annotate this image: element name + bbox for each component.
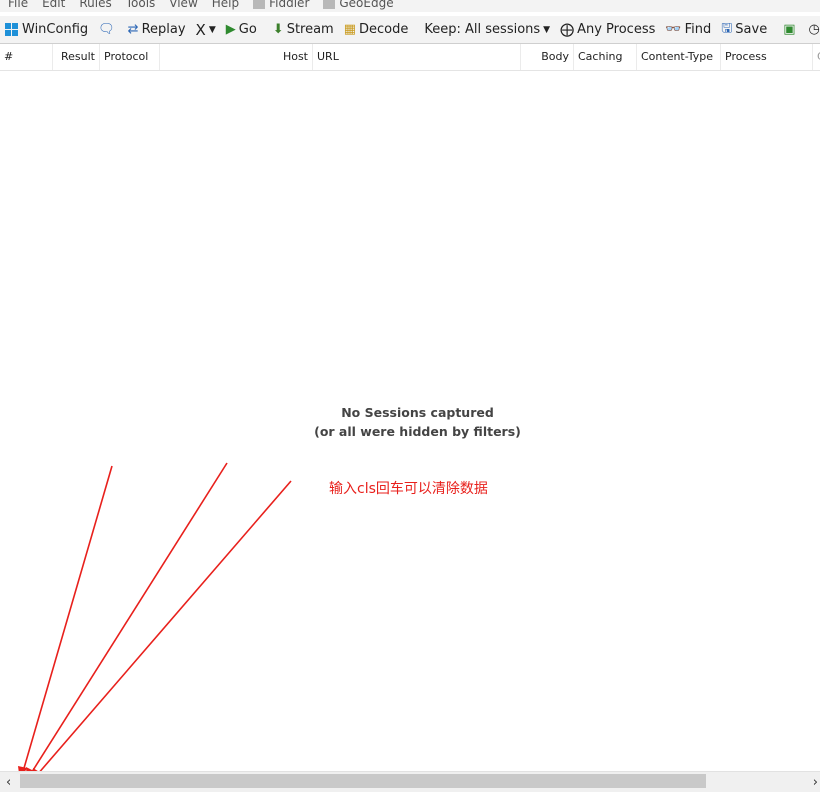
comment-icon: 🗨 [98, 22, 115, 37]
save-icon: 🖫 [721, 19, 732, 41]
find-button[interactable]: 👓 Find [660, 18, 716, 42]
menu-bar: File Edit Rules Tools View Help Fiddler … [0, 0, 820, 12]
column-host[interactable]: Host [160, 44, 313, 70]
column-content-type[interactable]: Content-Type [637, 44, 721, 70]
comment-button[interactable]: 🗨 [93, 18, 123, 42]
timer-button[interactable]: ◷ [804, 18, 820, 42]
any-process-button[interactable]: ⨁ Any Process [555, 18, 660, 42]
toolbar: WinConfig 🗨 ⇄ Replay X ▼ ▶ Go ⬇ Stream ▦… [0, 16, 820, 44]
crosshair-icon: ⨁ [560, 22, 574, 38]
column-comments[interactable]: C [813, 44, 820, 70]
remove-icon: X [196, 21, 206, 39]
keep-sessions-label: Keep: All sessions [424, 22, 540, 37]
menu-tools[interactable]: Tools [126, 0, 156, 10]
windows-icon [5, 23, 18, 36]
go-button[interactable]: ▶ Go [221, 18, 262, 42]
column-number[interactable]: # [0, 44, 53, 70]
winconfig-button[interactable]: WinConfig [0, 18, 93, 42]
column-body[interactable]: Body [521, 44, 574, 70]
decode-button[interactable]: ▦ Decode [339, 18, 414, 42]
replay-button[interactable]: ⇄ Replay [123, 18, 191, 42]
menu-edit[interactable]: Edit [42, 0, 65, 10]
column-url[interactable]: URL [313, 44, 521, 70]
find-label: Find [685, 22, 712, 37]
menu-rules[interactable]: Rules [79, 0, 111, 10]
empty-state-message: No Sessions captured (or all were hidden… [250, 403, 585, 441]
column-process[interactable]: Process [721, 44, 813, 70]
column-result[interactable]: Result [53, 44, 100, 70]
geoedge-icon [323, 0, 335, 9]
stream-icon: ⬇ [273, 22, 284, 37]
menu-fiddler[interactable]: Fiddler [253, 0, 309, 10]
menu-help[interactable]: Help [212, 0, 239, 10]
menu-view[interactable]: View [169, 0, 197, 10]
keep-sessions-dropdown[interactable]: Keep: All sessions ▼ [419, 18, 555, 42]
menu-file[interactable]: File [8, 0, 28, 10]
stream-label: Stream [287, 22, 334, 37]
any-process-label: Any Process [577, 22, 655, 37]
scroll-right-arrow[interactable]: › [813, 775, 818, 790]
clock-icon: ◷ [809, 22, 820, 37]
remove-button[interactable]: X ▼ [191, 18, 221, 42]
stream-button[interactable]: ⬇ Stream [268, 18, 339, 42]
decode-label: Decode [359, 22, 408, 37]
column-caching[interactable]: Caching [574, 44, 637, 70]
save-label: Save [735, 22, 767, 37]
empty-state-line-2: (or all were hidden by filters) [250, 422, 585, 441]
menu-geoedge[interactable]: GeoEdge [323, 0, 393, 10]
annotation-note: 输入cls回车可以清除数据 [329, 478, 488, 498]
replay-label: Replay [142, 22, 186, 37]
chevron-down-icon: ▼ [209, 25, 216, 35]
camera-icon: ▣ [783, 22, 795, 37]
binoculars-icon: 👓 [665, 22, 681, 37]
empty-state-line-1: No Sessions captured [250, 403, 585, 422]
save-button[interactable]: 🖫 Save [716, 18, 772, 42]
decode-icon: ▦ [344, 22, 356, 37]
play-icon: ▶ [226, 22, 236, 37]
scrollbar-thumb[interactable] [20, 774, 706, 788]
session-list-header: # Result Protocol Host URL Body Caching … [0, 44, 820, 71]
screenshot-button[interactable]: ▣ [778, 18, 803, 42]
replay-icon: ⇄ [128, 22, 139, 37]
chevron-down-icon: ▼ [543, 25, 550, 35]
column-protocol[interactable]: Protocol [100, 44, 160, 70]
fiddler-icon [253, 0, 265, 9]
winconfig-label: WinConfig [22, 22, 88, 37]
horizontal-scrollbar[interactable]: ‹ › [0, 771, 820, 792]
go-label: Go [239, 22, 257, 37]
scroll-left-arrow[interactable]: ‹ [6, 775, 11, 790]
